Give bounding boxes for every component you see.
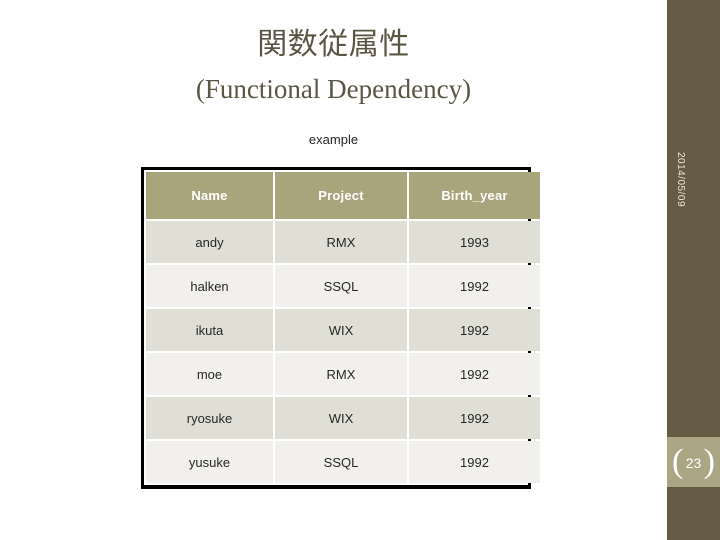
cell-project: SSQL (275, 441, 407, 483)
table-header-row: Name Project Birth_year (146, 172, 540, 219)
fd-table: Name Project Birth_year andy RMX 1993 ha… (144, 170, 542, 485)
table-body: andy RMX 1993 halken SSQL 1992 ikuta WIX… (146, 221, 540, 483)
page-title: 関数従属性 (257, 28, 410, 61)
cell-name: yusuke (146, 441, 273, 483)
cell-birth-year: 1993 (409, 221, 540, 263)
table-caption: example (308, 132, 359, 147)
cell-name: ikuta (146, 309, 273, 351)
cell-birth-year: 1992 (409, 265, 540, 307)
table-row: yusuke SSQL 1992 (146, 441, 540, 483)
title-block: 関数従属性 (Functional Dependency) (0, 26, 667, 108)
page-subtitle: (Functional Dependency) (195, 74, 472, 104)
page-number-inner: ( 23 ) (667, 437, 720, 487)
table-head: Name Project Birth_year (146, 172, 540, 219)
cell-birth-year: 1992 (409, 441, 540, 483)
page-number: 23 (685, 455, 702, 471)
bracket-left-icon: ( (672, 443, 684, 480)
cell-birth-year: 1992 (409, 309, 540, 351)
slide-canvas: 関数従属性 (Functional Dependency) example Na… (0, 0, 720, 540)
table-row: ikuta WIX 1992 (146, 309, 540, 351)
cell-project: WIX (275, 397, 407, 439)
cell-project: RMX (275, 353, 407, 395)
cell-name: ryosuke (146, 397, 273, 439)
cell-name: halken (146, 265, 273, 307)
cell-name: andy (146, 221, 273, 263)
cell-birth-year: 1992 (409, 353, 540, 395)
cell-project: RMX (275, 221, 407, 263)
table-row: ryosuke WIX 1992 (146, 397, 540, 439)
cell-name: moe (146, 353, 273, 395)
column-header-project: Project (275, 172, 407, 219)
cell-project: WIX (275, 309, 407, 351)
table-row: andy RMX 1993 (146, 221, 540, 263)
column-header-birth-year: Birth_year (409, 172, 540, 219)
table-row: moe RMX 1992 (146, 353, 540, 395)
column-header-name: Name (146, 172, 273, 219)
slide-date: 2014/05/09 (667, 152, 720, 207)
table-row: halken SSQL 1992 (146, 265, 540, 307)
page-number-block: ( 23 ) (667, 437, 720, 487)
cell-project: SSQL (275, 265, 407, 307)
example-table: Name Project Birth_year andy RMX 1993 ha… (141, 167, 540, 489)
bracket-right-icon: ) (703, 443, 715, 480)
slide-date-text: 2014/05/09 (675, 151, 687, 208)
right-sidebar: 2014/05/09 ( 23 ) (667, 0, 720, 540)
cell-birth-year: 1992 (409, 397, 540, 439)
